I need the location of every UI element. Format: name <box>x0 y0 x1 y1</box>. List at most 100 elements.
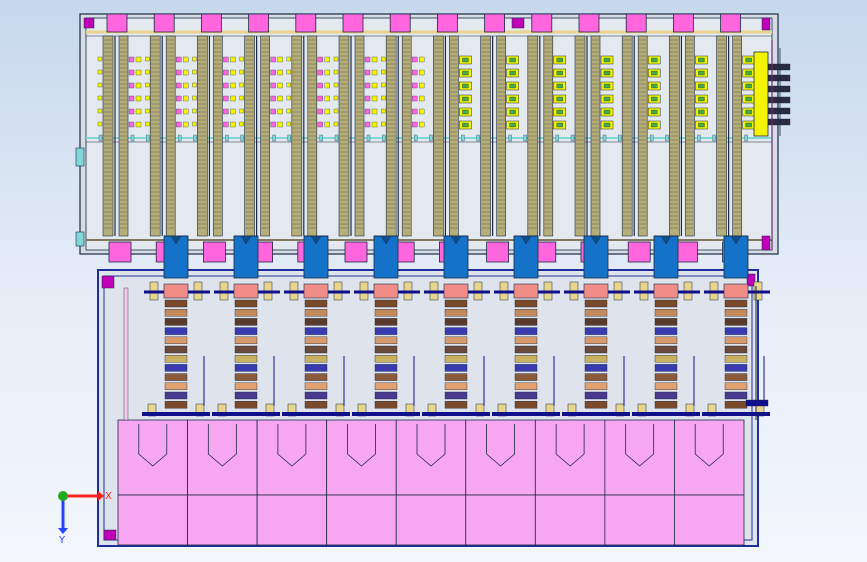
crossbar-clip <box>146 134 150 142</box>
stack-layer <box>444 382 468 390</box>
component-dot <box>270 108 276 115</box>
component-dot <box>145 121 150 127</box>
component-dot <box>223 121 229 128</box>
component-dot <box>371 56 378 63</box>
module-top-cap <box>342 13 364 33</box>
crossbar-clip <box>508 134 512 142</box>
component-dot <box>364 69 371 76</box>
corner-marker <box>761 235 771 251</box>
component-dot <box>128 108 135 115</box>
component-chip-core <box>745 70 752 76</box>
crossbar-clip <box>570 134 575 142</box>
stack-layer <box>374 299 398 308</box>
component-dot <box>230 108 236 115</box>
component-dot <box>277 95 283 102</box>
corner-marker <box>511 17 525 29</box>
pink-block-lower <box>674 494 745 546</box>
stack-layer <box>654 345 678 354</box>
stack-layer <box>514 327 538 335</box>
component-dot <box>270 95 276 102</box>
component-dot <box>381 56 386 62</box>
right-clamp <box>745 399 769 407</box>
pink-block-upper <box>326 419 397 496</box>
component-dot <box>97 108 103 114</box>
component-dot <box>317 108 323 115</box>
component-chip-core <box>698 57 705 63</box>
stack-layer <box>584 391 608 400</box>
component-chip-core <box>651 109 658 115</box>
stack-layer <box>304 299 328 308</box>
stack-layer <box>654 382 678 390</box>
stack-layer <box>654 355 678 363</box>
component-dot <box>371 121 378 128</box>
component-chip-core <box>651 70 658 76</box>
component-dot <box>239 108 244 114</box>
pink-block-upper <box>674 419 745 496</box>
stack-layer <box>374 336 398 344</box>
component-dot <box>183 95 189 102</box>
salmon-head <box>373 283 399 299</box>
assembly-drawing[interactable]: X Y <box>0 0 867 562</box>
component-dot <box>419 108 425 115</box>
module-top-cap <box>248 13 270 33</box>
crossbar-clip <box>665 134 669 142</box>
component-dot <box>277 69 283 76</box>
stack-layer <box>724 401 748 409</box>
stack-layer <box>654 299 678 308</box>
stack-layer <box>234 364 258 372</box>
component-dot <box>324 121 330 128</box>
stack-layer <box>234 391 258 400</box>
stack-layer <box>654 327 678 335</box>
component-chip-core <box>651 83 658 89</box>
stack-layer <box>584 299 608 308</box>
stack-layer <box>584 401 608 409</box>
component-chip-core <box>556 122 563 128</box>
lower-corner-marker <box>101 275 115 289</box>
pink-block-lower <box>534 494 606 546</box>
crossbar-clip <box>98 134 103 142</box>
cad-viewport[interactable]: X Y <box>0 0 867 562</box>
stack-layer <box>654 364 678 372</box>
crossbar-clip <box>272 134 276 142</box>
component-dot <box>286 121 291 127</box>
crossbar-clip <box>712 134 716 142</box>
component-dot <box>381 121 386 127</box>
component-dot <box>270 69 276 76</box>
stack-layer <box>234 355 258 363</box>
component-chip-core <box>745 96 752 102</box>
stack-layer <box>444 355 468 363</box>
crossbar-clip <box>697 134 701 142</box>
component-chip-core <box>556 96 563 102</box>
module-top-cap <box>200 13 222 33</box>
component-chip-core <box>462 83 469 89</box>
component-dot <box>317 121 323 128</box>
crossbar-clip <box>382 134 386 142</box>
stack-layer <box>654 318 678 326</box>
stack-layer <box>724 373 748 381</box>
stack-layer <box>304 345 328 354</box>
stack-layer <box>654 309 678 317</box>
module-bottom-cap <box>108 241 132 263</box>
stack-layer <box>654 373 678 381</box>
crossbar-clip <box>240 134 244 142</box>
stack-layer <box>444 299 468 308</box>
component-dot <box>176 56 182 63</box>
stack-layer <box>724 382 748 390</box>
component-dot <box>364 121 371 128</box>
component-dot <box>192 69 197 75</box>
component-chip-core <box>603 122 611 128</box>
stack-layer <box>304 336 328 344</box>
component-dot <box>419 121 425 128</box>
component-chip-core <box>603 109 611 115</box>
stack-layer <box>724 327 748 335</box>
pink-block-lower <box>395 494 467 546</box>
component-dot <box>97 56 103 62</box>
left-clamp <box>75 231 85 247</box>
stack-layer <box>724 318 748 326</box>
component-dot <box>412 56 418 63</box>
component-dot <box>128 56 135 63</box>
component-dot <box>97 69 103 75</box>
component-dot <box>183 121 189 128</box>
component-dot <box>324 56 330 63</box>
component-dot <box>333 108 339 114</box>
